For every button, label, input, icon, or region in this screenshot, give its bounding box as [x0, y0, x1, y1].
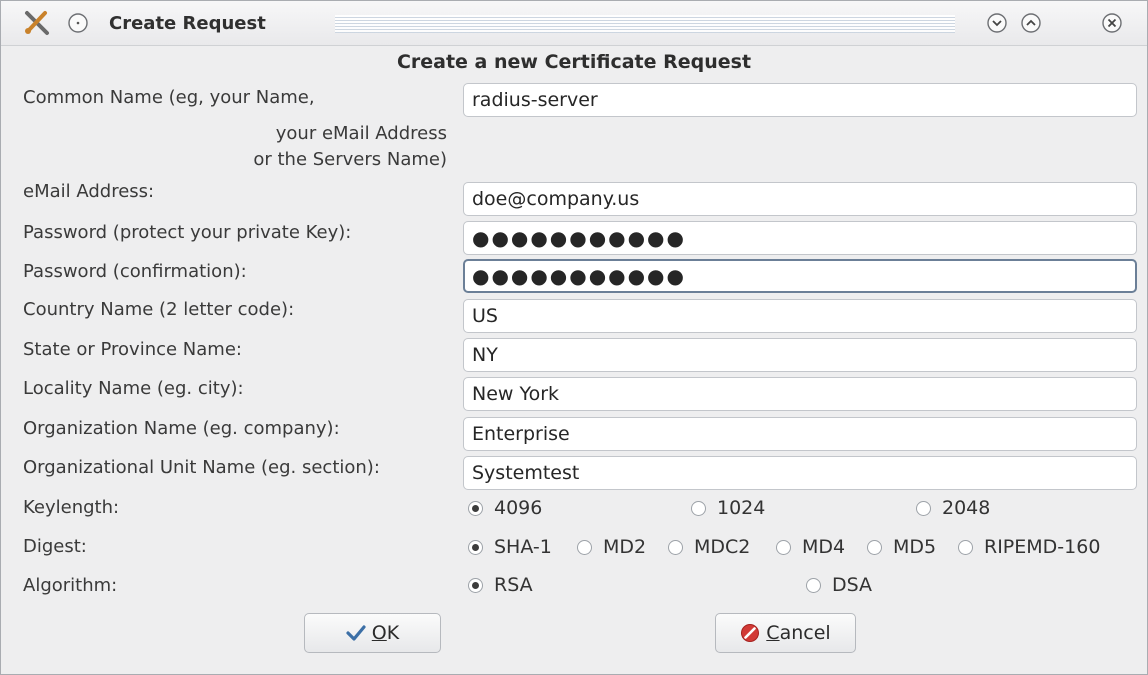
digest-radio-mdc2[interactable]: MDC2: [668, 536, 750, 558]
country-label: Country Name (2 letter code):: [23, 299, 295, 320]
password-confirm-label: Password (confirmation):: [23, 261, 247, 282]
digest-option-label: RIPEMD-160: [984, 536, 1101, 558]
algorithm-option-label: DSA: [832, 574, 873, 596]
digest-label: Digest:: [23, 536, 87, 557]
email-field[interactable]: doe@company.us: [463, 182, 1137, 216]
cancel-button-label: Cancel: [766, 622, 831, 644]
digest-option-label: MDC2: [694, 536, 751, 558]
state-field[interactable]: NY: [463, 338, 1137, 372]
digest-radio-sha1[interactable]: SHA-1: [468, 536, 552, 558]
cancel-icon: [740, 623, 760, 643]
dialog-heading: Create a new Certificate Request: [396, 51, 752, 73]
radio-unselected-icon: [668, 539, 683, 555]
title-bar[interactable]: Create Request: [1, 1, 1147, 46]
organization-label: Organization Name (eg. company):: [23, 418, 340, 439]
algorithm-option-label: RSA: [494, 574, 533, 596]
radio-selected-icon: [468, 577, 483, 593]
radio-unselected-icon: [958, 539, 973, 555]
cancel-button[interactable]: Cancel: [715, 613, 856, 653]
password-field[interactable]: ●●●●●●●●●●●: [463, 221, 1137, 255]
digest-radio-ripemd160[interactable]: RIPEMD-160: [958, 536, 1100, 558]
radio-unselected-icon: [867, 539, 882, 555]
algorithm-label: Algorithm:: [23, 575, 118, 596]
keylength-radio-1024[interactable]: 1024: [691, 497, 765, 519]
digest-option-label: MD5: [893, 536, 937, 558]
digest-radio-md4[interactable]: MD4: [776, 536, 845, 558]
state-label: State or Province Name:: [23, 339, 242, 360]
digest-radio-md5[interactable]: MD5: [867, 536, 936, 558]
password-label: Password (protect your private Key):: [23, 222, 352, 243]
keylength-label: Keylength:: [23, 497, 120, 518]
org-unit-label: Organizational Unit Name (eg. section):: [23, 457, 380, 478]
org-unit-field[interactable]: Systemtest: [463, 456, 1137, 490]
title-bar-decoration: [335, 15, 955, 33]
country-field[interactable]: US: [463, 299, 1137, 333]
radio-unselected-icon: [577, 539, 592, 555]
keylength-option-label: 4096: [494, 497, 543, 519]
organization-field[interactable]: Enterprise: [463, 417, 1137, 451]
locality-field[interactable]: New York: [463, 377, 1137, 411]
radio-unselected-icon: [691, 500, 706, 516]
common-name-label: Common Name (eg, your Name,: [23, 87, 315, 108]
algorithm-radio-rsa[interactable]: RSA: [468, 574, 533, 596]
keylength-option-label: 2048: [942, 497, 991, 519]
algorithm-radio-dsa[interactable]: DSA: [806, 574, 872, 596]
digest-radio-md2[interactable]: MD2: [577, 536, 646, 558]
digest-option-label: SHA-1: [494, 536, 552, 558]
digest-option-label: MD4: [802, 536, 846, 558]
ok-button-label: OK: [371, 622, 400, 644]
common-name-label-line3: or the Servers Name): [253, 149, 447, 170]
keylength-radio-4096[interactable]: 4096: [468, 497, 542, 519]
radio-unselected-icon: [916, 500, 931, 516]
digest-option-label: MD2: [603, 536, 647, 558]
close-icon[interactable]: [1101, 12, 1123, 38]
chevron-up-icon[interactable]: [1020, 12, 1042, 38]
common-name-field[interactable]: radius-server: [463, 83, 1137, 117]
window-title: Create Request: [109, 13, 266, 34]
radio-selected-icon: [468, 500, 483, 516]
checkmark-icon: [346, 624, 366, 642]
radio-selected-icon: [468, 539, 483, 555]
email-label: eMail Address:: [23, 181, 155, 202]
tools-icon[interactable]: [23, 10, 51, 40]
locality-label: Locality Name (eg. city):: [23, 378, 244, 399]
window-menu-icon[interactable]: [67, 12, 89, 38]
common-name-label-line2: your eMail Address: [275, 123, 447, 144]
password-confirm-field[interactable]: ●●●●●●●●●●●: [463, 259, 1137, 293]
create-request-window: Create Request Create a new Certificate …: [0, 0, 1148, 675]
radio-unselected-icon: [806, 577, 821, 593]
keylength-radio-2048[interactable]: 2048: [916, 497, 990, 519]
radio-unselected-icon: [776, 539, 791, 555]
keylength-option-label: 1024: [717, 497, 766, 519]
ok-button[interactable]: OK: [304, 613, 441, 653]
chevron-down-icon[interactable]: [986, 12, 1008, 38]
